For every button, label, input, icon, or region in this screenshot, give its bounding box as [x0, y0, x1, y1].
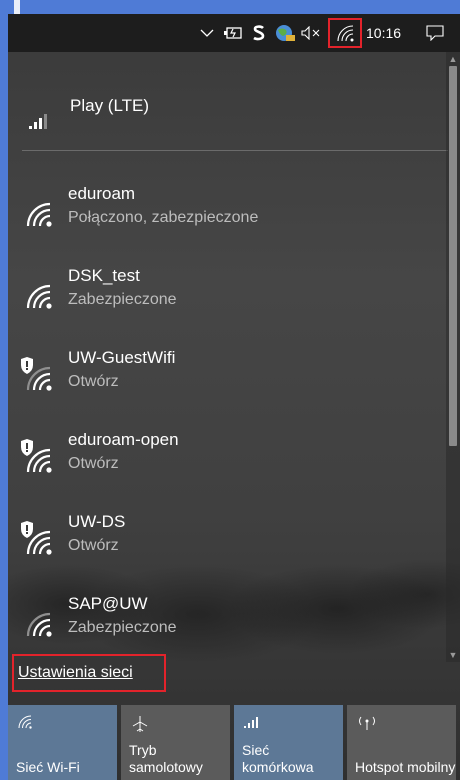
desktop-tab-marker: [14, 0, 20, 14]
cellular-network-name: Play (LTE): [70, 96, 150, 115]
network-status: Połączono, zabezpieczone: [68, 209, 259, 226]
tile-label: Sieć Wi-Fi: [16, 759, 80, 775]
tile-label: Sieć komórkowa: [242, 742, 314, 775]
tile-label: Tryb samolotowy: [129, 742, 203, 775]
wifi-toggle-tile[interactable]: Sieć Wi-Fi: [8, 705, 117, 780]
wifi-network-item[interactable]: eduroam Połączono, zabezpieczone: [8, 174, 448, 256]
network-name: eduroam-open: [68, 430, 179, 449]
taskbar: 10:16: [8, 14, 460, 52]
cellular-toggle-tile[interactable]: Sieć komórkowa: [234, 705, 343, 780]
mobile-hotspot-tile[interactable]: Hotspot mobilny: [347, 705, 456, 780]
wifi-open-warning-icon: [18, 438, 58, 478]
wifi-open-warning-icon: [18, 356, 58, 396]
wifi-icon: [18, 192, 58, 232]
scrollbar-thumb[interactable]: [449, 66, 457, 446]
wifi-icon[interactable]: [328, 18, 362, 48]
dollar-icon[interactable]: [246, 14, 272, 52]
wifi-network-item[interactable]: eduroam-open Otwórz: [8, 420, 448, 502]
desktop-background: [0, 0, 460, 14]
scrollbar[interactable]: ▲ ▼: [446, 52, 460, 662]
wifi-network-item[interactable]: UW-DS Otwórz: [8, 502, 448, 584]
wifi-network-item[interactable]: UW-GuestWifi Otwórz: [8, 338, 448, 420]
wifi-icon: [18, 602, 58, 642]
battery-icon[interactable]: [220, 14, 246, 52]
network-status: Zabezpieczone: [68, 291, 177, 308]
airplane-mode-tile[interactable]: Tryb samolotowy: [121, 705, 230, 780]
chevron-up-icon[interactable]: [194, 14, 220, 52]
clock[interactable]: 10:16: [366, 25, 410, 41]
wifi-open-warning-icon: [18, 520, 58, 560]
wifi-network-item[interactable]: DSK_test Zabezpieczone: [8, 256, 448, 338]
network-status: Otwórz: [68, 537, 119, 554]
cellular-network-item[interactable]: Play (LTE): [8, 52, 448, 152]
tile-label: Hotspot mobilny: [355, 759, 456, 775]
network-name: DSK_test: [68, 266, 140, 285]
quick-actions: Sieć Wi-Fi Tryb samolotowy Sieć komórkow…: [8, 705, 460, 780]
network-status: Zabezpieczone: [68, 619, 177, 636]
action-center-icon[interactable]: [410, 14, 460, 52]
hotspot-icon: [357, 715, 377, 736]
network-name: eduroam: [68, 184, 136, 203]
wifi-icon: [18, 274, 58, 314]
divider: [22, 150, 448, 151]
network-name: UW-GuestWifi: [68, 348, 176, 367]
speaker-muted-icon[interactable]: [298, 14, 324, 52]
network-name: UW-DS: [68, 512, 126, 531]
scroll-up-icon[interactable]: ▲: [448, 54, 458, 64]
network-status: Otwórz: [68, 455, 119, 472]
network-status: Otwórz: [68, 373, 119, 390]
network-globe-icon[interactable]: [272, 14, 298, 52]
cellular-signal-icon: [28, 110, 52, 135]
wifi-icon: [18, 715, 34, 734]
network-name: SAP@UW: [68, 594, 148, 613]
cellular-signal-icon: [244, 715, 260, 733]
network-flyout: 10:16 Play (LTE) eduroam Połączono, zabez…: [8, 14, 460, 780]
scroll-down-icon[interactable]: ▼: [448, 650, 458, 660]
system-tray: 10:16: [194, 14, 460, 52]
network-settings-link[interactable]: Ustawienia sieci: [12, 654, 166, 692]
airplane-icon: [131, 715, 149, 738]
